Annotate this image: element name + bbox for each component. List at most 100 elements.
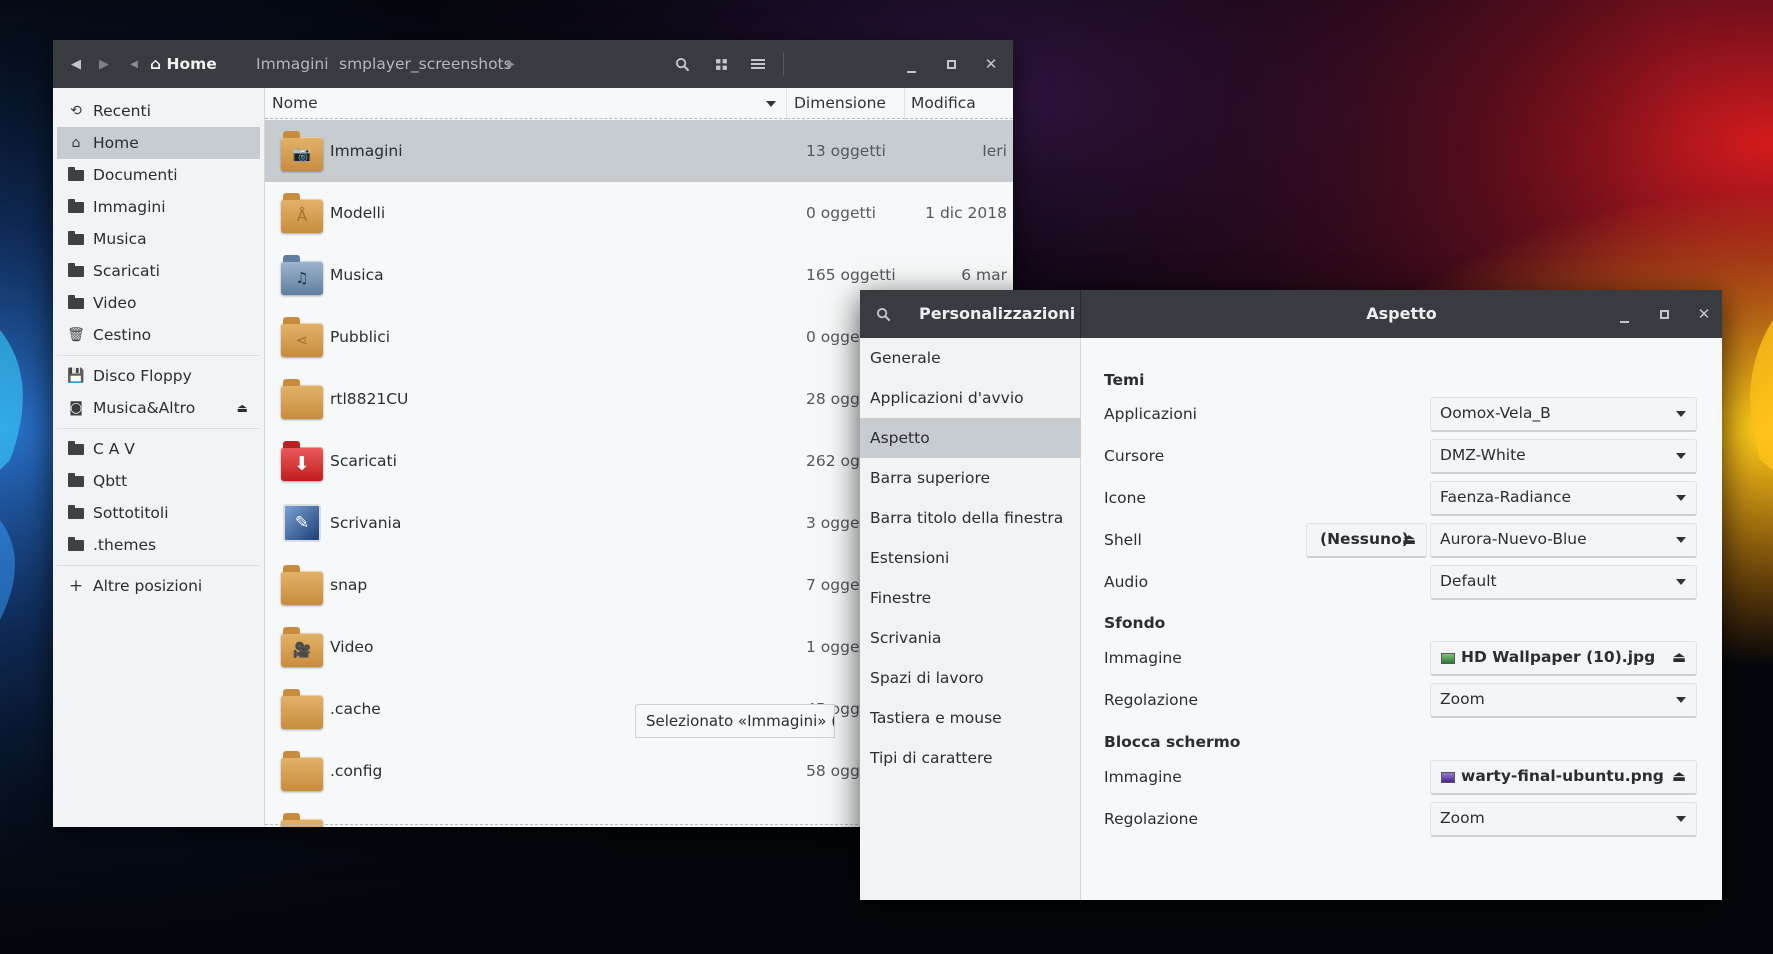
label-lock-immagine: Immagine [1104,768,1182,786]
background-image-button[interactable]: HD Wallpaper (10).jpg ⏏ [1430,641,1697,676]
search-button[interactable] [872,303,894,325]
cursor-theme-combo[interactable]: DMZ-White [1430,439,1697,474]
sidebar-item-cav[interactable]: C A V [57,433,260,465]
sidebar-item-label: .themes [93,536,157,554]
label-icone: Icone [1104,489,1146,507]
combo-value: DMZ-White [1440,446,1526,464]
column-header-size[interactable]: Dimensione [787,88,905,119]
folder-icon [67,262,85,277]
folder-icon [67,472,85,487]
nav-barra-titolo[interactable]: Barra titolo della finestra [860,498,1081,538]
close-icon: ✕ [984,55,998,73]
combo-value: Aurora-Nuevo-Blue [1440,530,1587,548]
nav-applicazioni-avvio[interactable]: Applicazioni d'avvio [860,378,1081,418]
nav-tastiera-e-mouse[interactable]: Tastiera e mouse [860,698,1081,738]
sidebar-item-immagini[interactable]: Immagini [57,191,260,223]
file-row-modelli[interactable]: Å Modelli 0 oggetti 1 dic 2018 [265,182,1013,244]
status-floating-bar: Selezionato «Immagini» (contenente 13 og… [635,704,835,738]
nav-estensioni[interactable]: Estensioni [860,538,1081,578]
forward-button[interactable]: ▶ [93,53,115,75]
share-folder-icon: ⋖ [281,317,323,357]
image-thumbnail-icon [1441,653,1455,664]
maximize-icon [1659,309,1669,319]
sidebar-item-documenti[interactable]: Documenti [57,159,260,191]
breadcrumb-home[interactable]: ⌂ Home [150,53,217,75]
maximize-icon [946,59,956,69]
nav-generale[interactable]: Generale [860,338,1081,378]
column-header-modified[interactable]: Modifica [905,88,1013,119]
breadcrumb-smplayer-screenshots[interactable]: smplayer_screenshots [339,53,512,75]
lock-screen-image-button[interactable]: warty-final-ubuntu.png ⏏ [1430,760,1697,795]
sidebar-item-musica-altro[interactable]: ◙ Musica&Altro ⏏ [57,392,260,424]
column-header-name[interactable]: Nome [265,88,787,119]
label-sfondo-immagine: Immagine [1104,649,1182,667]
tweaks-headerbar-left: Personalizzazioni [860,290,1081,338]
nav-tipi-di-carattere[interactable]: Tipi di carattere [860,738,1081,778]
hamburger-icon [751,59,765,69]
audio-theme-combo[interactable]: Default [1430,565,1697,600]
breadcrumb-left-button[interactable]: ◀ [126,53,142,75]
combo-value: Default [1440,572,1497,590]
sidebar-item-recenti[interactable]: ⟲ Recenti [57,95,260,127]
chevron-right-icon: ▶ [507,58,515,70]
shell-file-button[interactable]: (Nessuno) ⏏ [1306,523,1427,558]
lock-screen-adjustment-combo[interactable]: Zoom [1430,802,1697,837]
drive-icon: ◙ [69,400,83,416]
nav-finestre[interactable]: Finestre [860,578,1081,618]
file-row-immagini[interactable]: 📷 Immagini 13 oggetti Ieri [265,120,1013,182]
sidebar-item-label: Musica [93,230,147,248]
file-name: rtl8821CU [330,390,409,408]
background-adjustment-combo[interactable]: Zoom [1430,683,1697,718]
close-button[interactable]: ✕ [1693,303,1715,325]
nav-spazi-di-lavoro[interactable]: Spazi di lavoro [860,658,1081,698]
places-sidebar: ⟲ Recenti ⌂ Home Documenti Immagini Musica… [53,88,265,827]
sidebar-item-disco-floppy[interactable]: 💾 Disco Floppy [57,360,260,392]
file-name: warty-final-ubuntu.png [1461,767,1664,785]
document-open-icon: ⏏ [1671,648,1686,666]
menu-button[interactable] [747,53,769,75]
minimize-button[interactable] [900,57,922,79]
sidebar-item-themes[interactable]: .themes [57,529,260,561]
dropdown-arrow-icon [1676,579,1686,585]
maximize-button[interactable] [1653,303,1675,325]
breadcrumb-immagini[interactable]: Immagini [256,53,329,75]
sidebar-item-label: Home [93,134,139,152]
sidebar-item-qbtt[interactable]: Qbtt [57,465,260,497]
minimize-button[interactable] [1613,307,1635,329]
applications-theme-combo[interactable]: Oomox-Vela_B [1430,397,1697,432]
image-thumbnail-icon [1441,772,1455,783]
icon-theme-combo[interactable]: Faenza-Radiance [1430,481,1697,516]
sidebar-item-musica[interactable]: Musica [57,223,260,255]
sidebar-item-label: Disco Floppy [93,367,192,385]
sidebar-separator [57,355,260,356]
back-button[interactable]: ◀ [65,53,87,75]
sidebar-item-home[interactable]: ⌂ Home [57,127,260,159]
file-name: Immagini [330,142,403,160]
sidebar-item-sottotitoli[interactable]: Sottotitoli [57,497,260,529]
shell-theme-combo[interactable]: Aurora-Nuevo-Blue [1430,523,1697,558]
file-name: .cache [330,700,381,718]
sidebar-item-altre-posizioni[interactable]: + Altre posizioni [57,570,260,602]
music-folder-icon: ♫ [281,255,323,295]
nav-scrivania[interactable]: Scrivania [860,618,1081,658]
document-open-icon: ⏏ [1401,530,1416,548]
pictures-folder-icon: 📷 [281,131,323,171]
grid-view-button[interactable] [710,53,732,75]
label-audio: Audio [1104,573,1149,591]
eject-icon[interactable]: ⏏ [237,401,248,415]
nav-barra-superiore[interactable]: Barra superiore [860,458,1081,498]
sidebar-item-video[interactable]: Video [57,287,260,319]
headerbar-separator [783,52,784,76]
grid-icon [715,58,727,70]
nav-aspetto[interactable]: Aspetto [860,418,1081,458]
close-button[interactable]: ✕ [980,53,1002,75]
breadcrumb-right-button[interactable]: ▶ [503,53,519,75]
dropdown-arrow-icon [1676,453,1686,459]
search-button[interactable] [671,53,693,75]
file-modified: Ieri [982,142,1007,160]
maximize-button[interactable] [940,53,962,75]
label-sfondo-regolazione: Regolazione [1104,691,1199,709]
sidebar-item-cestino[interactable]: 🗑 Cestino [57,319,260,351]
sidebar-item-scaricati[interactable]: Scaricati [57,255,260,287]
floppy-icon: 💾 [67,368,85,384]
